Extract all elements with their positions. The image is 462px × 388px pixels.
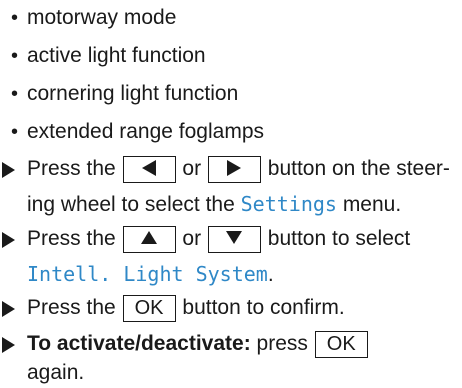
up-button-key xyxy=(122,225,176,253)
step-arrow-icon xyxy=(2,337,15,353)
instruction-document: • motorway mode • active light function … xyxy=(0,0,462,384)
step-text: button to confirm. xyxy=(182,296,345,319)
step-text: ing wheel to select the xyxy=(27,193,235,216)
right-triangle-icon xyxy=(227,159,242,176)
step-text: or xyxy=(182,227,202,250)
step-line: Press the or button on the steer- xyxy=(27,154,450,184)
step-text: . xyxy=(267,263,274,286)
step-text: Press the xyxy=(27,227,116,250)
bullet-icon: • xyxy=(11,45,19,67)
down-button-key xyxy=(207,225,261,253)
left-triangle-icon xyxy=(142,159,157,176)
step-line: Intell. Light System. xyxy=(27,259,274,289)
bullet-icon: • xyxy=(11,7,19,29)
list-item-text: extended range foglamps xyxy=(27,120,264,143)
step-text: button to select xyxy=(267,227,411,250)
step-line: ing wheel to select the Settings menu. xyxy=(27,189,401,219)
step-text: Press the xyxy=(27,157,116,180)
list-item-text: cornering light function xyxy=(27,82,239,105)
step-line: Press the or button to select xyxy=(27,224,410,254)
bullet-icon: • xyxy=(11,121,19,143)
step-arrow-icon xyxy=(2,301,15,317)
ok-button-key: OK xyxy=(314,330,368,358)
up-triangle-icon xyxy=(141,230,158,244)
ok-button-key: OK xyxy=(122,294,176,322)
step-line: To activate/deactivate: press OK xyxy=(27,329,369,359)
step-line: again. xyxy=(27,358,84,388)
list-item-text: motorway mode xyxy=(27,6,177,29)
display-menu-name: Settings xyxy=(240,192,337,216)
step-text: button on the steer- xyxy=(267,157,450,180)
step-line: Press the OK button to confirm. xyxy=(27,293,345,323)
bullet-icon: • xyxy=(11,83,19,105)
down-triangle-icon xyxy=(226,230,243,244)
step-arrow-icon xyxy=(2,232,15,248)
step-text: menu. xyxy=(342,193,402,216)
step-text: or xyxy=(182,157,202,180)
step-text: press xyxy=(256,332,308,355)
left-button-key xyxy=(122,155,176,183)
step-label: To activate/deactivate: xyxy=(27,332,251,355)
step-arrow-icon xyxy=(2,162,15,178)
right-button-key xyxy=(207,155,261,183)
display-menu-item: Intell. Light System xyxy=(27,262,268,286)
step-text: Press the xyxy=(27,296,116,319)
list-item-text: active light function xyxy=(27,44,206,67)
